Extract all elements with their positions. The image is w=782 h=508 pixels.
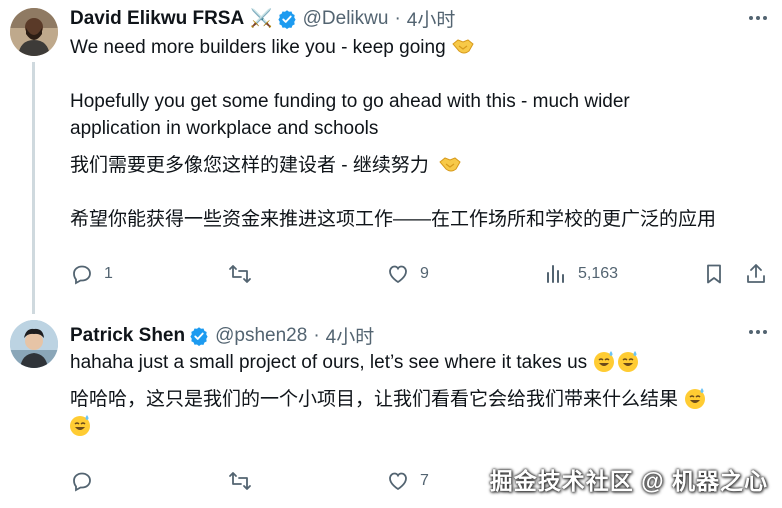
crossed-swords-emoji: ⚔️ [250,8,273,28]
retweet-button[interactable] [228,256,262,292]
tweet-header: David Elikwu FRSA ⚔️ @Delikwu · 4小时 [70,5,455,32]
views-icon [547,265,564,283]
verified-icon [278,9,296,29]
tweet-text-line: application in workplace and schools [70,118,379,139]
views-button[interactable]: 5,163 [544,256,618,292]
retweet-button[interactable] [228,463,262,499]
like-count: 9 [420,265,429,282]
tweet-text-line: 我们需要更多像您这样的建设者 - 继续努力 [70,152,461,179]
sweat-smile-emoji [70,415,90,436]
watermark: 掘金技术社区 @ 机器之心 [489,468,768,494]
views-count: 5,163 [578,265,619,282]
author-name[interactable]: David Elikwu FRSA [70,8,244,30]
tweet-header: Patrick Shen @pshen28 · 4小时 [70,322,374,349]
tweet-text-line: 希望你能获得一些资金来推进这项工作——在工作场所和学校的更广泛的应用 [70,209,717,230]
handshake-emoji [439,157,461,172]
like-count: 7 [420,472,429,489]
retweet-icon [229,472,251,490]
author-handle[interactable]: @Delikwu [303,8,389,30]
reply-button[interactable] [70,463,104,499]
separator-dot: · [313,324,320,346]
avatar[interactable] [10,320,58,368]
sweat-smile-emoji [594,351,615,372]
more-icon[interactable] [746,324,770,340]
handshake-emoji [451,39,474,54]
like-icon [389,265,407,284]
bookmark-button[interactable] [702,256,726,292]
sweat-smile-emoji [618,351,639,372]
reply-icon [73,265,91,285]
retweet-icon [229,265,251,283]
reply-button[interactable]: 1 [70,256,113,292]
author-handle[interactable]: @pshen28 [215,325,307,347]
tweet-text-line: 哈哈哈，这只是我们的一个小项目，让我们看看它会给我们带来什么结果 [70,386,707,413]
reply-icon [73,472,91,492]
tweet-david[interactable]: David Elikwu FRSA ⚔️ @Delikwu · 4小时 We n… [0,0,782,314]
tweet-text-line: hahaha just a small project of ours, let… [70,349,640,376]
bookmark-icon [707,264,721,284]
like-button[interactable]: 7 [386,463,429,499]
author-name[interactable]: Patrick Shen [70,325,185,347]
timestamp[interactable]: 4小时 [326,322,375,349]
like-button[interactable]: 9 [386,256,429,292]
timestamp[interactable]: 4小时 [407,5,456,32]
share-icon [747,264,765,283]
reply-count: 1 [104,265,113,282]
action-bar: 1 9 5,163 [60,256,780,292]
share-button[interactable] [744,256,768,292]
thread-line [32,62,35,314]
tweet-text-line: We need more builders like you - keep go… [70,34,474,61]
avatar[interactable] [10,8,58,56]
separator-dot: · [394,7,401,29]
tweet-text-line: Hopefully you get some funding to go ahe… [70,91,630,112]
like-icon [389,472,407,491]
tweet-text-line [68,413,92,440]
verified-icon [190,326,208,346]
sweat-smile-emoji [685,388,706,409]
more-icon[interactable] [746,10,770,26]
